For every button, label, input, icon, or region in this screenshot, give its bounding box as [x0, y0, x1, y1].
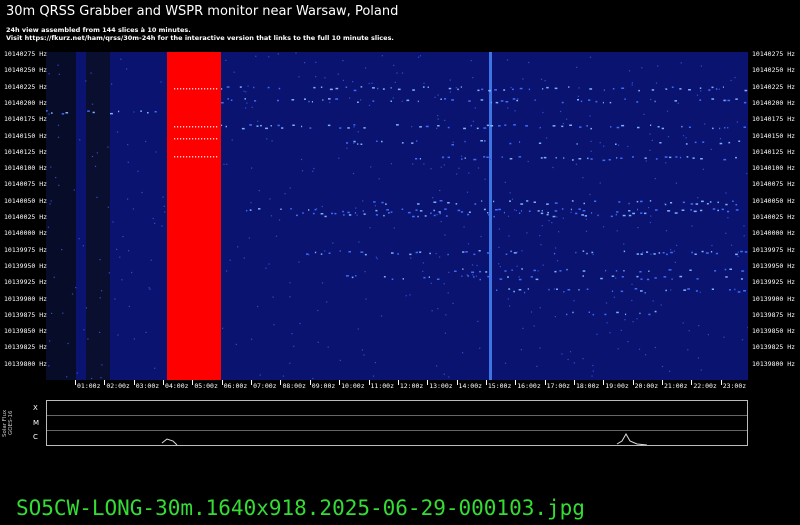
- time-tick: [221, 380, 223, 385]
- time-tick: [368, 380, 370, 385]
- time-tick: [427, 380, 429, 385]
- freq-label-left: 10139875 Hz: [4, 310, 48, 319]
- time-label: 04:00z: [165, 382, 189, 390]
- freq-label-left: 10139925 Hz: [4, 278, 48, 287]
- freq-label-left: 10139950 Hz: [4, 261, 48, 270]
- freq-label-left: 10140225 Hz: [4, 82, 48, 91]
- freq-label-left: 10140200 Hz: [4, 98, 48, 107]
- time-label: 02:00z: [106, 382, 130, 390]
- freq-label-right: 10140225 Hz: [752, 82, 796, 91]
- freq-label-right: 10140250 Hz: [752, 66, 796, 75]
- freq-label-right: 10139950 Hz: [752, 261, 796, 270]
- freq-label-right: 10140025 Hz: [752, 213, 796, 221]
- freq-label-left: 10140125 Hz: [4, 147, 48, 156]
- freq-label-right: 10139875 Hz: [752, 310, 796, 319]
- freq-label-right: 10139850 Hz: [752, 327, 796, 336]
- freq-label-left: 10139850 Hz: [4, 327, 48, 336]
- freq-label-left: 10140250 Hz: [4, 66, 48, 75]
- time-tick: [544, 380, 546, 385]
- freq-label-left: 10139825 Hz: [4, 343, 48, 352]
- freq-label-right: 10139925 Hz: [752, 278, 796, 287]
- waterfall-plot[interactable]: [46, 52, 748, 380]
- time-tick: [397, 380, 399, 385]
- time-label: 18:00z: [575, 382, 600, 390]
- freq-label-right: 10139825 Hz: [752, 343, 796, 352]
- freq-label-right: 10140075 Hz: [752, 180, 796, 189]
- page-title: 30m QRSS Grabber and WSPR monitor near W…: [6, 4, 399, 19]
- freq-label-left: 10140150 Hz: [4, 131, 48, 140]
- info-line-2: Visit https://fkurz.net/ham/qrss/30m-24h…: [6, 34, 394, 42]
- freq-label-left: 10140050 Hz: [4, 196, 48, 205]
- freq-label-right: 10139800 Hz: [752, 359, 796, 368]
- time-tick: [456, 380, 458, 385]
- time-label: 10:00z: [341, 382, 365, 390]
- time-tick: [192, 380, 194, 385]
- time-label: 20:00z: [634, 382, 659, 390]
- time-label: 17:00z: [546, 382, 571, 390]
- freq-label-left: 10140000 Hz: [4, 229, 48, 238]
- freq-label-right: 10140050 Hz: [752, 196, 796, 205]
- time-tick: [603, 380, 605, 385]
- freq-label-left: 10140100 Hz: [4, 164, 48, 173]
- freq-label-left: 10139975 Hz: [4, 245, 48, 254]
- signal-traces: [46, 52, 748, 380]
- flux-curve: [161, 432, 648, 445]
- time-tick: [251, 380, 253, 385]
- time-label: 22:00z: [693, 382, 717, 390]
- freq-label-right: 10140000 Hz: [752, 229, 796, 238]
- time-tick: [133, 380, 135, 385]
- time-label: 03:00z: [135, 382, 160, 390]
- time-label: 23:00z: [722, 382, 747, 390]
- time-tick: [163, 380, 165, 385]
- freq-label-right: 10140150 Hz: [752, 131, 796, 140]
- solar-flux-panel: [46, 400, 748, 446]
- time-tick: [632, 380, 634, 385]
- file-name: SO5CW-LONG-30m.1640x918.2025-06-29-00010…: [16, 496, 585, 520]
- time-label: 13:00z: [429, 382, 453, 390]
- time-label: 21:00z: [664, 382, 688, 390]
- freq-label-right: 10140200 Hz: [752, 98, 796, 107]
- freq-label-left: 10140075 Hz: [4, 180, 48, 189]
- level-m-label: M: [33, 419, 40, 427]
- time-tick: [720, 380, 722, 385]
- time-tick: [573, 380, 575, 385]
- time-label: 07:00z: [253, 382, 277, 390]
- level-c-label: C: [33, 433, 38, 441]
- freq-label-left: 10140275 Hz: [4, 50, 48, 58]
- freq-label-left: 10140025 Hz: [4, 213, 48, 221]
- time-tick: [691, 380, 693, 385]
- time-label: 06:00z: [223, 382, 248, 390]
- time-tick: [75, 380, 76, 385]
- time-label: 11:00z: [370, 382, 394, 390]
- time-label: 08:00z: [282, 382, 306, 390]
- time-label: 15:00z: [487, 382, 512, 390]
- freq-label-right: 10140125 Hz: [752, 147, 796, 156]
- freq-label-right: 10140275 Hz: [752, 50, 796, 58]
- time-tick: [280, 380, 282, 385]
- time-label: 09:00z: [311, 382, 336, 390]
- level-x-label: X: [33, 404, 38, 412]
- freq-label-right: 10139975 Hz: [752, 245, 796, 254]
- freq-label-left: 10139900 Hz: [4, 294, 48, 303]
- time-tick: [485, 380, 487, 385]
- time-tick: [339, 380, 341, 385]
- solar-flux-label: Solar Flux GOES-16: [2, 409, 14, 437]
- time-label: 16:00z: [517, 382, 541, 390]
- time-label: 19:00z: [605, 382, 629, 390]
- time-tick: [104, 380, 106, 385]
- time-label: 14:00z: [458, 382, 483, 390]
- time-tick: [662, 380, 663, 385]
- time-tick: [309, 380, 311, 385]
- freq-label-right: 10140100 Hz: [752, 164, 796, 173]
- time-label: 05:00z: [194, 382, 218, 390]
- freq-label-right: 10140175 Hz: [752, 115, 796, 124]
- time-label: 12:00z: [399, 382, 424, 390]
- time-label: 01:00z: [77, 382, 101, 390]
- info-line-1: 24h view assembled from 144 slices à 10 …: [6, 26, 191, 34]
- freq-label-left: 10139800 Hz: [4, 359, 48, 368]
- freq-label-left: 10140175 Hz: [4, 115, 48, 124]
- time-tick: [515, 380, 517, 385]
- freq-label-right: 10139900 Hz: [752, 294, 796, 303]
